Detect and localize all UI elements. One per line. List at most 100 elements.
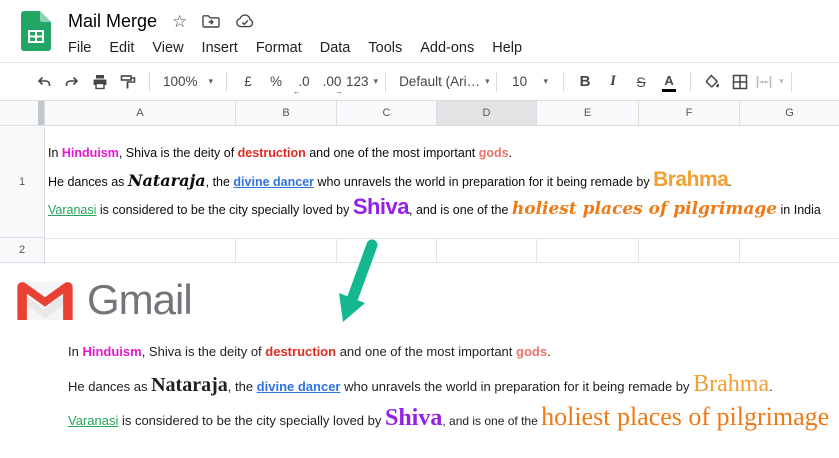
cell-d2[interactable] [437,239,537,262]
row-2-cells [45,238,839,263]
column-header-g[interactable]: G [740,101,839,125]
menu-item-insert[interactable]: Insert [193,38,247,58]
text-segment-brahma: Brahma [653,168,729,191]
currency-icon: £ [244,74,252,89]
decrease-decimals-button[interactable]: .0 ← [290,68,318,96]
text-segment: is considered to be the city specially l… [96,203,353,217]
text-segment-nataraja: Nataraja [127,171,206,190]
undo-button[interactable] [30,68,58,96]
text-segment-gods: gods [478,146,509,160]
print-button[interactable] [86,68,114,96]
menu-item-view[interactable]: View [143,38,192,58]
cell-a1-line-3: Varanasi is considered to be the city sp… [48,194,821,220]
text-color-swatch [662,89,677,92]
text-segment: , Shiva is the deity of [141,344,266,359]
link-varanasi[interactable]: Varanasi [68,413,118,428]
cell-f2[interactable] [639,239,740,262]
text-segment-holiest-places: holiest places of pilgrimage [511,199,778,219]
text-segment-gods: gods [516,344,548,359]
format-percent-button[interactable]: % [262,68,290,96]
paint-format-button[interactable] [114,68,142,96]
borders-button[interactable] [726,68,754,96]
column-header-a[interactable]: A [45,101,236,125]
paint-roller-icon [120,74,136,88]
text-segment-nataraja: Nataraja [151,374,228,396]
menu-item-edit[interactable]: Edit [100,38,143,58]
gmail-envelope-icon [17,281,73,320]
text-color-icon: A [664,73,674,88]
format-currency-button[interactable]: £ [234,68,262,96]
text-color-button[interactable]: A [655,68,683,96]
cell-a1-line-1: In Hinduism, Shiva is the deity of destr… [48,146,512,160]
menu-item-addons[interactable]: Add-ons [411,38,483,58]
strikethrough-button[interactable]: S [627,68,655,96]
menu-item-file[interactable]: File [68,38,100,58]
italic-icon: I [610,73,616,89]
menu-item-tools[interactable]: Tools [359,38,411,58]
menu-item-data[interactable]: Data [311,38,360,58]
corner-bar [38,101,44,125]
cloud-saved-icon[interactable] [235,14,255,28]
toolbar-separator [226,71,227,92]
redo-button[interactable] [58,68,86,96]
link-divine-dancer[interactable]: divine dancer [257,379,341,394]
more-formats-select[interactable]: 123 ▾ [346,68,378,96]
gmail-line-3: Varanasi is considered to be the city sp… [68,402,829,432]
menu-item-help[interactable]: Help [483,38,531,58]
menu-item-format[interactable]: Format [247,38,311,58]
text-segment: . [769,379,773,394]
zoom-select[interactable]: 100% ▾ [157,68,219,96]
text-segment: He dances as [68,379,152,394]
column-header-b[interactable]: B [236,101,337,125]
chevron-down-icon: ▾ [779,76,784,86]
text-segment: , and is one of the [442,414,542,428]
text-segment: In [48,146,62,160]
strikethrough-icon: S [636,73,646,90]
select-all-corner[interactable] [0,101,45,125]
text-segment-shiva: Shiva [384,405,443,431]
merge-cells-button[interactable]: ▾ [754,68,784,96]
text-segment: , Shiva is the deity of [118,146,238,160]
column-headers: A B C D E F G [0,100,839,126]
google-sheets-logo-icon[interactable] [21,11,51,51]
text-segment: and one of the most important [305,146,479,160]
google-sheets-app: Mail Merge ☆ File Edit View Insert Forma… [0,0,839,458]
text-segment-hinduism: Hinduism [82,344,142,359]
text-segment: , the [205,175,234,189]
font-select[interactable]: Default (Ari… ▾ [393,68,489,96]
row-header-1[interactable]: 1 [0,127,44,238]
bold-button[interactable]: B [571,68,599,96]
column-header-e[interactable]: E [537,101,639,125]
fill-color-button[interactable] [698,68,726,96]
print-icon [93,74,107,89]
toolbar-separator [385,71,387,92]
text-segment-shiva: Shiva [352,194,410,219]
star-icon[interactable]: ☆ [172,13,187,30]
right-arrow-icon: → [335,86,343,96]
cell-g2[interactable] [740,239,839,262]
increase-decimals-button[interactable]: .00 → [318,68,346,96]
gmail-line-2: He dances as Nataraja, the divine dancer… [68,371,773,398]
link-varanasi[interactable]: Varanasi [48,203,96,217]
cell-a2[interactable] [45,239,236,262]
text-segment-destruction: destruction [265,344,337,359]
cell-b2[interactable] [236,239,337,262]
toolbar-separator [690,71,692,92]
italic-button[interactable]: I [599,68,627,96]
cell-e2[interactable] [537,239,639,262]
text-segment: He dances as [48,175,128,189]
column-header-c[interactable]: C [337,101,437,125]
column-header-f[interactable]: F [639,101,740,125]
row-header-2[interactable]: 2 [0,238,44,263]
borders-icon [732,74,748,89]
zoom-value: 100% [163,74,198,89]
bold-icon: B [579,73,591,90]
gmail-line-1: In Hinduism, Shiva is the deity of destr… [68,344,551,359]
move-folder-icon[interactable] [202,14,220,28]
font-size-select[interactable]: 10 ▾ [504,68,556,96]
column-header-d[interactable]: D [437,101,537,125]
link-divine-dancer[interactable]: divine dancer [233,175,314,189]
document-title[interactable]: Mail Merge [68,11,157,32]
text-segment-destruction: destruction [237,146,306,160]
chevron-down-icon: ▾ [543,76,549,86]
